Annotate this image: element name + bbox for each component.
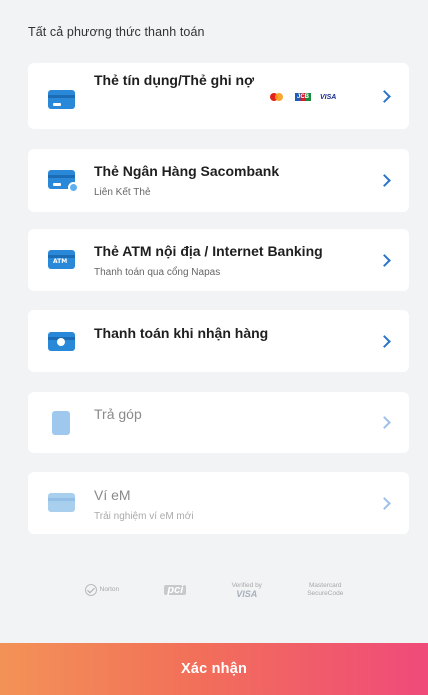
visa-logo: VISA [320,93,337,101]
verified-by-visa-logo: Verified by VISA [231,582,262,599]
chevron-right-icon [378,416,391,429]
section-title: Tất cả phương thức thanh toán [28,25,205,39]
payment-method-title: Thanh toán khi nhận hàng [94,325,269,341]
pci-dss-logo: pci [164,585,187,596]
jcb-logo: JCB [295,93,312,101]
cash-icon [48,332,75,351]
card-brand-logos: JCB VISA [270,93,336,101]
payment-method-title: Thẻ tín dụng/Thẻ ghi nợ [94,72,255,88]
payment-method-title: Thẻ Ngân Hàng Sacombank [94,163,280,179]
bank-card-user-icon [48,170,79,193]
payment-method-title: Ví eM [94,487,131,503]
installment-icon [52,411,70,435]
payment-method-title: Trả góp [94,406,142,422]
payment-method-sacombank[interactable]: Thẻ Ngân Hàng Sacombank Liên Kết Thẻ [28,149,409,212]
payment-method-subtitle: Thanh toán qua cổng Napas [94,267,221,278]
confirm-button[interactable]: Xác nhận [0,643,428,695]
norton-secured-logo: Norton [84,584,119,596]
payment-method-subtitle: Trải nghiệm ví eM mới [94,511,194,522]
payment-method-cod[interactable]: Thanh toán khi nhận hàng [28,310,409,372]
chevron-right-icon [378,497,391,510]
payment-method-title: Thẻ ATM nội địa / Internet Banking [94,243,323,259]
chevron-right-icon [378,254,391,267]
atm-card-icon: ATM [48,250,75,269]
security-logos: Norton pci Verified by VISA Mastercard S… [0,582,428,599]
mastercard-securecode-logo: Mastercard SecureCode [307,582,344,597]
mastercard-icon [270,93,286,101]
credit-card-icon [48,90,75,109]
payment-method-subtitle: Liên Kết Thẻ [94,187,151,198]
chevron-right-icon [378,335,391,348]
chevron-right-icon[interactable] [378,174,391,187]
payment-method-atm[interactable]: ATM Thẻ ATM nội địa / Internet Banking T… [28,229,409,291]
chevron-right-icon [378,90,391,103]
check-icon [84,584,97,596]
payment-method-installment[interactable]: Trả góp [28,392,409,453]
payment-method-em-wallet[interactable]: Ví eM Trải nghiệm ví eM mới [28,472,409,534]
wallet-icon [48,493,75,512]
payment-method-credit-card[interactable]: Thẻ tín dụng/Thẻ ghi nợ [28,63,409,129]
